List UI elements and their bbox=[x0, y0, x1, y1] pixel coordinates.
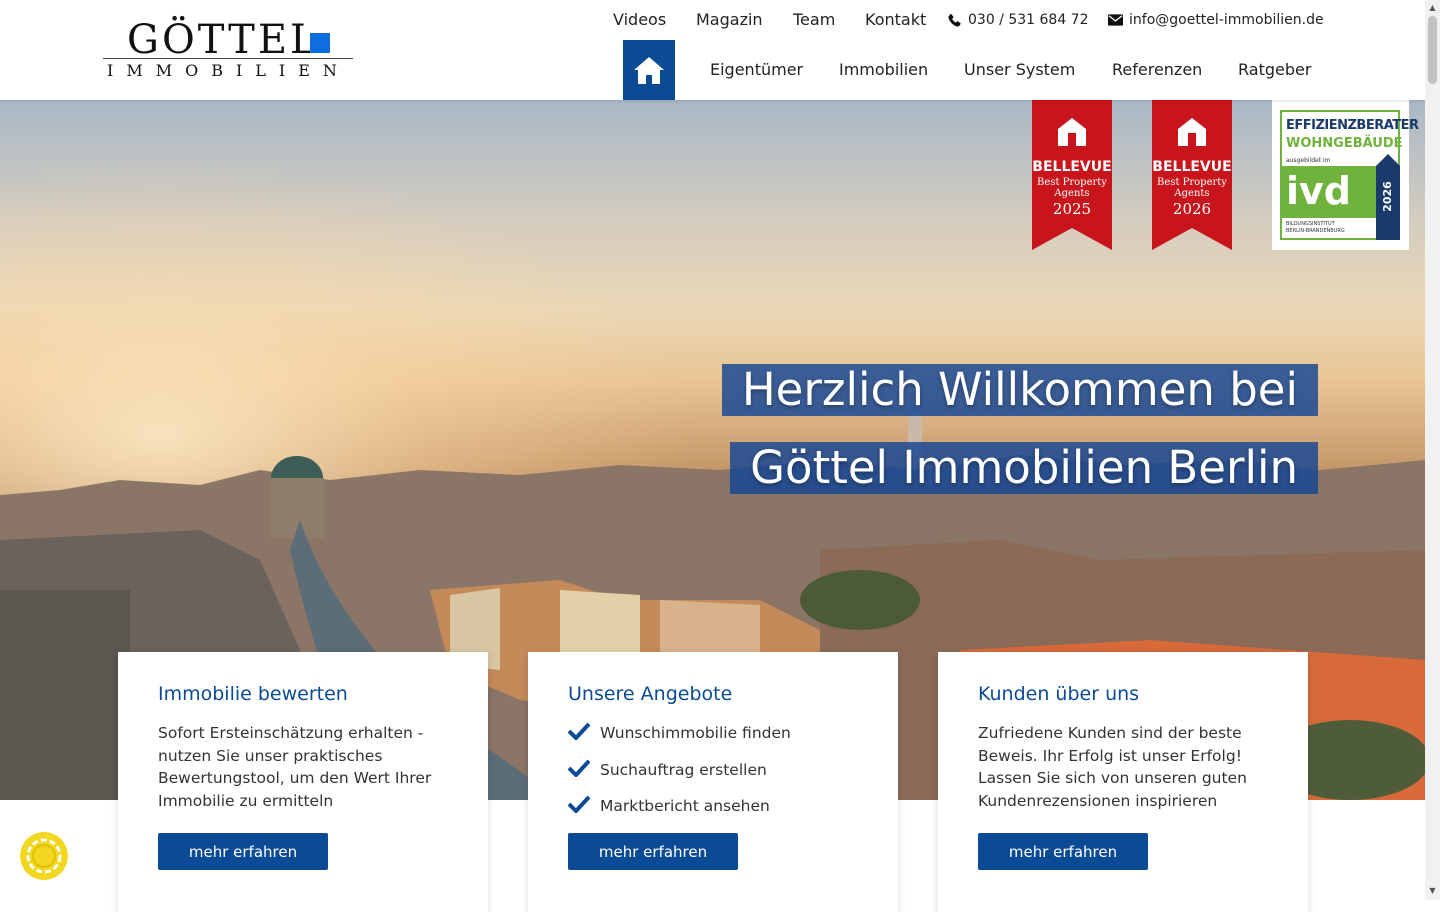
logo-divider bbox=[103, 58, 353, 59]
badge-line2: Agents bbox=[1174, 188, 1210, 199]
offer-item[interactable]: Suchauftrag erstellen bbox=[568, 759, 791, 796]
badge-line1: Best Property bbox=[1037, 177, 1107, 188]
offer-item[interactable]: Wunschimmobilie finden bbox=[568, 722, 791, 759]
home-button[interactable] bbox=[623, 40, 675, 100]
phone-icon bbox=[948, 13, 961, 27]
card-text: Sofort Ersteinschätzung erhalten - nutze… bbox=[158, 724, 432, 810]
ivd-small: ausgebildet im bbox=[1286, 157, 1331, 164]
card-unsere-angebote: Unsere Angebote Wunschimmobilie finden S… bbox=[528, 652, 898, 912]
logo-subtitle: IMMOBILIEN bbox=[107, 61, 350, 80]
nav-immobilien[interactable]: Immobilien bbox=[839, 60, 928, 80]
nav-ratgeber[interactable]: Ratgeber bbox=[1238, 60, 1311, 80]
card-title: Immobilie bewerten bbox=[158, 683, 348, 705]
mehr-erfahren-button[interactable]: mehr erfahren bbox=[978, 833, 1148, 870]
logo-name: GÖTTEL bbox=[127, 17, 320, 63]
envelope-icon bbox=[1108, 14, 1123, 26]
offer-item-label: Marktbericht ansehen bbox=[600, 797, 770, 815]
cookie-settings-icon bbox=[26, 838, 62, 874]
badge-brand: BELLEVUE bbox=[1152, 159, 1232, 175]
cookie-settings-button[interactable] bbox=[20, 832, 68, 880]
checkmark-icon bbox=[568, 722, 590, 740]
offer-item[interactable]: Marktbericht ansehen bbox=[568, 795, 791, 832]
ivd-effizienzberater-badge[interactable]: EFFIZIENZBERATER WOHNGEBÄUDE ausgebildet… bbox=[1272, 100, 1419, 250]
topnav-videos[interactable]: Videos bbox=[613, 10, 666, 30]
checkmark-icon bbox=[568, 795, 590, 813]
topnav-team[interactable]: Team bbox=[793, 10, 835, 30]
mehr-erfahren-button[interactable]: mehr erfahren bbox=[158, 833, 328, 870]
card-kunden-ueber-uns: Kunden über uns Zufriedene Kunden sind d… bbox=[938, 652, 1308, 912]
ivd-year: 2026 bbox=[1380, 181, 1394, 212]
card-title: Kunden über uns bbox=[978, 683, 1140, 705]
bellevue-badge-2026[interactable]: BELLEVUE Best Property Agents 2026 bbox=[1152, 100, 1232, 250]
nav-referenzen[interactable]: Referenzen bbox=[1112, 60, 1202, 80]
scroll-up-arrow-icon[interactable]: ▲ bbox=[1427, 3, 1438, 13]
card-immobilie-bewerten: Immobilie bewerten Sofort Ersteinschätzu… bbox=[118, 652, 488, 912]
page-scrollbar[interactable]: ▲ ▼ bbox=[1425, 0, 1440, 900]
logo-link[interactable]: GÖTTEL IMMOBILIEN bbox=[103, 18, 353, 82]
badge-line1: Best Property bbox=[1157, 177, 1227, 188]
site-header: GÖTTEL IMMOBILIEN Videos Magazin Team Ko… bbox=[0, 0, 1425, 100]
email-link[interactable]: info@goettel-immobilien.de bbox=[1108, 11, 1324, 29]
card-text: Zufriedene Kunden sind der beste Beweis.… bbox=[978, 724, 1247, 810]
topnav-magazin[interactable]: Magazin bbox=[696, 10, 763, 30]
ribbon-shape bbox=[1032, 100, 1112, 250]
ivd-footer1: BILDUNGSINSTITUT bbox=[1286, 221, 1335, 227]
checkmark-icon bbox=[568, 759, 590, 777]
logo-square bbox=[310, 33, 330, 53]
email-address: info@goettel-immobilien.de bbox=[1129, 12, 1324, 28]
scroll-down-arrow-icon[interactable]: ▼ bbox=[1427, 886, 1438, 896]
nav-unser-system[interactable]: Unser System bbox=[964, 60, 1075, 80]
offer-list: Wunschimmobilie finden Suchauftrag erste… bbox=[568, 722, 791, 832]
ivd-footer2: BERLIN-BRANDENBURG bbox=[1286, 228, 1345, 234]
ribbon-shape bbox=[1152, 100, 1232, 250]
scroll-thumb[interactable] bbox=[1428, 16, 1437, 84]
badge-brand: BELLEVUE bbox=[1032, 159, 1112, 175]
badge-line2: Agents bbox=[1054, 188, 1090, 199]
offer-item-label: Suchauftrag erstellen bbox=[600, 760, 767, 779]
mehr-erfahren-button[interactable]: mehr erfahren bbox=[568, 833, 738, 870]
ivd-logo: ivd bbox=[1286, 169, 1351, 213]
offer-item-label: Wunschimmobilie finden bbox=[600, 724, 791, 742]
hero-headline-line2: Göttel Immobilien Berlin bbox=[730, 442, 1318, 494]
ivd-title2: WOHNGEBÄUDE bbox=[1286, 136, 1403, 151]
nav-eigentuemer[interactable]: Eigentümer bbox=[710, 60, 803, 80]
card-title: Unsere Angebote bbox=[568, 683, 733, 705]
bellevue-badge-2025[interactable]: BELLEVUE Best Property Agents 2025 bbox=[1032, 100, 1112, 250]
home-icon bbox=[634, 57, 664, 84]
hero-headline-line1: Herzlich Willkommen bei bbox=[721, 364, 1318, 416]
topnav-kontakt[interactable]: Kontakt bbox=[865, 10, 926, 30]
ivd-title1: EFFIZIENZBERATER bbox=[1286, 118, 1419, 133]
badge-year: 2026 bbox=[1172, 200, 1212, 218]
phone-number: 030 / 531 684 72 bbox=[968, 12, 1089, 28]
phone-link[interactable]: 030 / 531 684 72 bbox=[947, 11, 1089, 29]
badge-year: 2025 bbox=[1052, 200, 1092, 218]
